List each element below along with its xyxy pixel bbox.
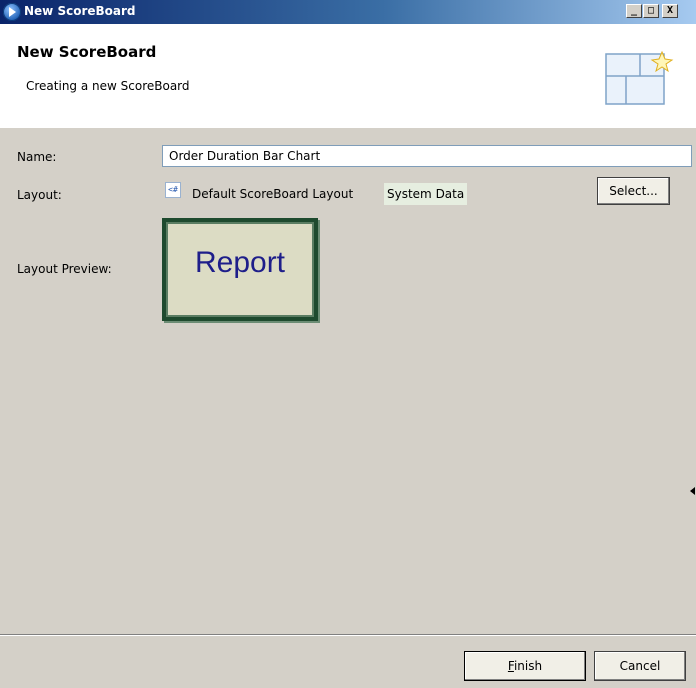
layout-name: Default ScoreBoard Layout <box>192 187 354 201</box>
resize-arrow-icon <box>690 487 695 495</box>
footer-separator-highlight <box>0 635 696 636</box>
finish-label: inish <box>513 659 543 673</box>
title-bar[interactable]: New ScoreBoard _ □ X <box>0 0 696 24</box>
wizard-banner: New ScoreBoard Creating a new ScoreBoard <box>0 24 696 128</box>
layout-label: Layout: <box>17 188 62 202</box>
layout-source-badge: System Data <box>384 183 468 205</box>
layout-preview-thumbnail: Report <box>162 218 318 321</box>
scoreboard-layout-icon <box>605 50 674 105</box>
new-scoreboard-dialog: New ScoreBoard _ □ X New ScoreBoard Crea… <box>0 0 696 688</box>
layout-file-icon: <# <box>165 182 181 198</box>
name-field[interactable] <box>162 145 692 167</box>
maximize-button[interactable]: □ <box>643 4 659 18</box>
select-layout-button[interactable]: Select... <box>597 177 670 205</box>
banner-description: Creating a new ScoreBoard <box>26 79 190 93</box>
banner-title: New ScoreBoard <box>17 43 157 61</box>
name-label: Name: <box>17 150 57 164</box>
cancel-button[interactable]: Cancel <box>594 651 686 681</box>
preview-report-text: Report <box>194 246 286 279</box>
preview-panel: Report <box>166 222 314 317</box>
finish-button[interactable]: Finish <box>464 651 586 681</box>
layout-preview-label: Layout Preview: <box>17 262 112 276</box>
close-button[interactable]: X <box>662 4 678 18</box>
banner-separator <box>0 127 696 128</box>
window-title: New ScoreBoard <box>24 4 136 18</box>
app-icon <box>3 3 21 21</box>
minimize-button[interactable]: _ <box>626 4 642 18</box>
